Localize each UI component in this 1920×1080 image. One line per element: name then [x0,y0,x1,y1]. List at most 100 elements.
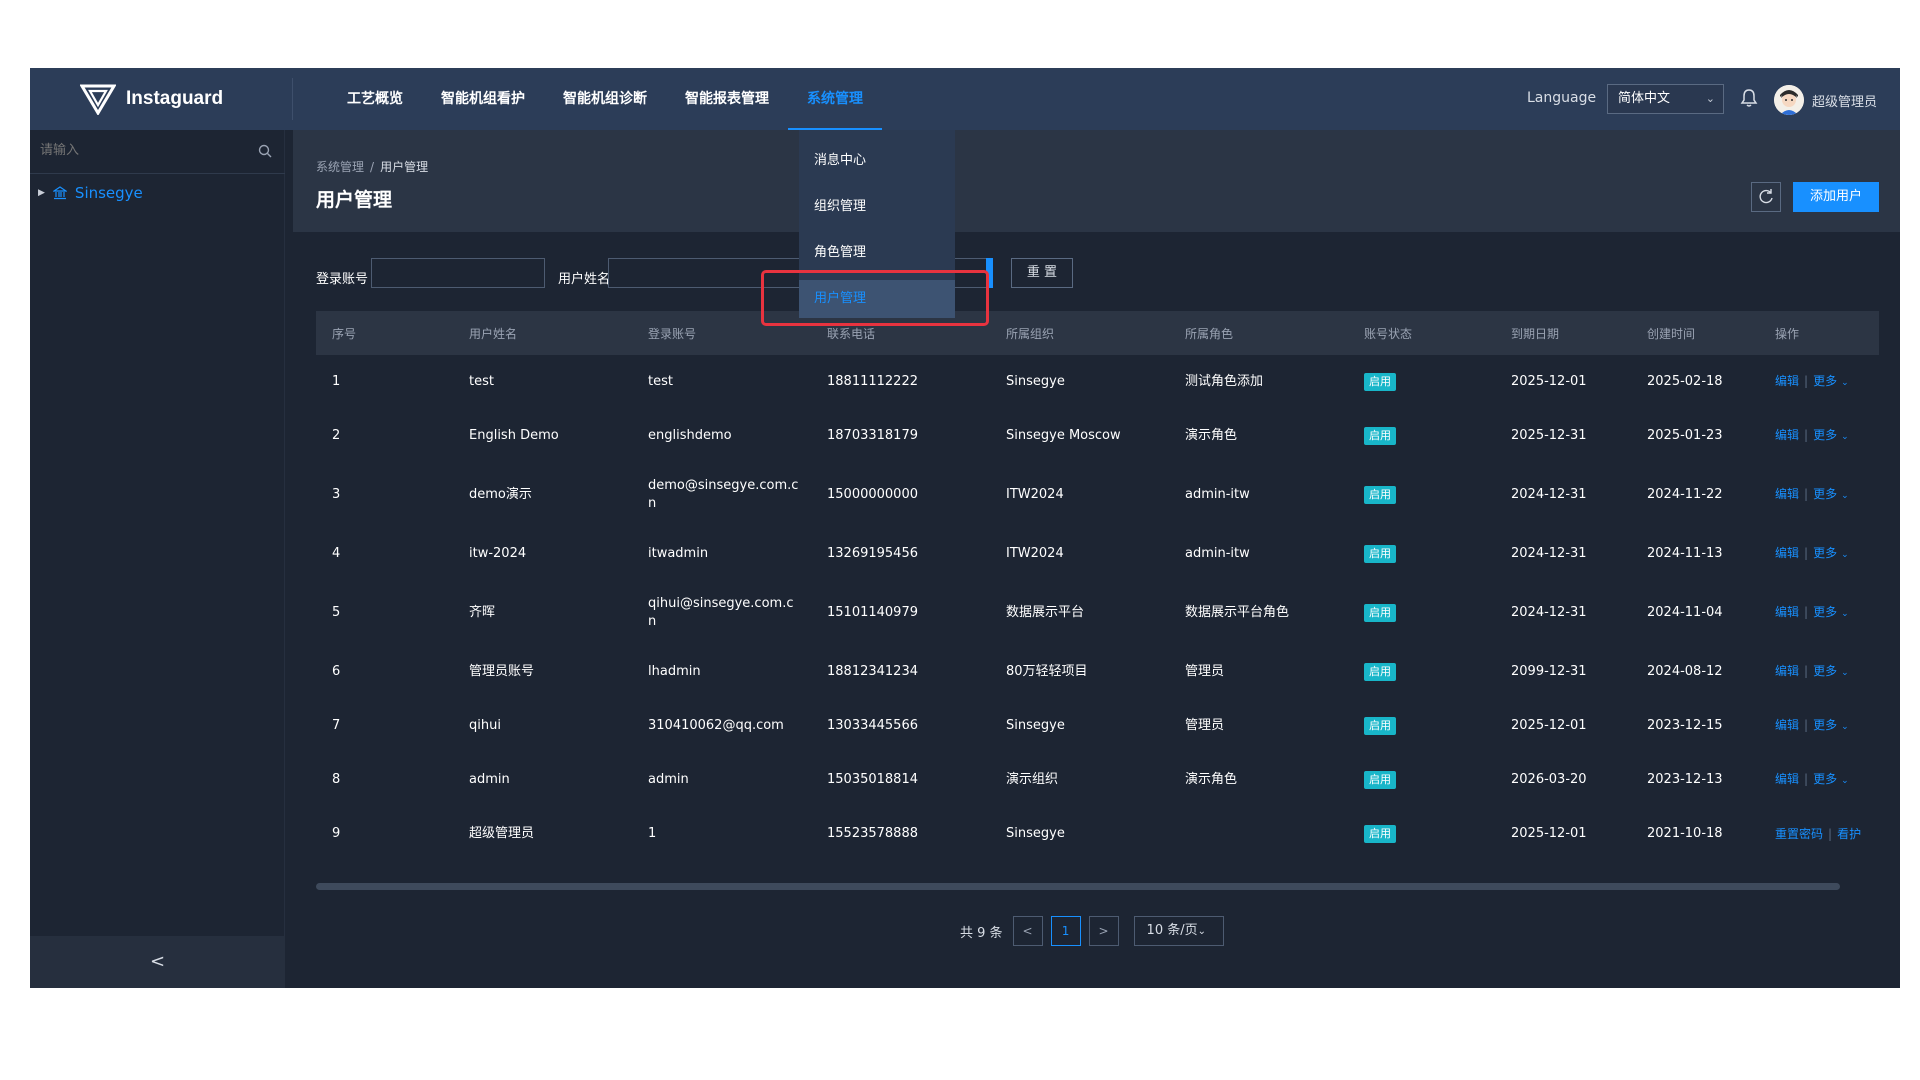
login-account-label: 登录账号 [316,272,369,287]
nav-unit-diagnosis[interactable]: 智能机组诊断 [544,68,666,130]
cell-status: 启用 [1348,355,1495,409]
tree-node-root[interactable]: ▶ Sinsegye [38,184,143,202]
cell-phone: 18703318179 [827,428,918,443]
breadcrumb-item-system[interactable]: 系统管理 [316,160,364,174]
edit-link[interactable]: 编辑 [1775,718,1799,732]
cell-phone: 13033445566 [827,718,918,733]
login-account-input[interactable] [371,258,545,288]
cell-phone: 15101140979 [827,605,918,620]
edit-link[interactable]: 编辑 [1775,374,1799,388]
menu-item-org-management[interactable]: 组织管理 [799,184,955,230]
reset-button[interactable]: 重 置 [1011,258,1073,288]
edit-link[interactable]: 编辑 [1775,664,1799,678]
care-link[interactable]: 看护 [1837,827,1861,841]
cell-account: englishdemo [648,428,732,443]
tree-node-label: Sinsegye [74,184,143,202]
cell-role [1169,807,1348,861]
bell-icon[interactable] [1740,88,1758,108]
prev-page-button[interactable]: < [1012,916,1043,946]
edit-link[interactable]: 编辑 [1775,487,1799,501]
avatar[interactable] [1774,85,1804,115]
cell-org: 数据展示平台 [1006,605,1085,620]
sidebar-search-input[interactable] [40,142,240,157]
next-page-button[interactable]: > [1088,916,1119,946]
chevron-down-icon[interactable]: ⌄ [1841,378,1849,388]
col-header-no: 序号 [316,311,453,355]
cell-created: 2024-11-22 [1647,487,1723,502]
language-value: 简体中文 [1618,91,1671,106]
cell-actions: 重置密码 | 看护 [1759,807,1879,861]
cell-role: admin-itw [1185,546,1250,561]
more-link[interactable]: 更多 [1813,374,1837,388]
sidebar-collapse-button[interactable]: < [30,936,285,988]
search-icon[interactable] [258,144,272,158]
cell-role: 测试角色添加 [1185,374,1264,389]
cell-status: 启用 [1348,527,1495,581]
cell-account: admin [648,772,689,787]
reset-password-link[interactable]: 重置密码 [1775,827,1823,841]
table-row: 9 超级管理员 1 15523578888 Sinsegye 启用 2025-12-01 20… [316,807,1879,861]
cell-phone: 13269195456 [827,546,918,561]
cell-created: 2023-12-15 [1647,718,1723,733]
chevron-down-icon[interactable]: ⌄ [1841,668,1849,678]
cell-no: 9 [332,826,341,841]
edit-link[interactable]: 编辑 [1775,772,1799,786]
horizontal-scrollbar[interactable] [316,883,1840,890]
nav-report-management[interactable]: 智能报表管理 [666,68,788,130]
cell-role: 管理员 [1185,664,1225,679]
app-logo[interactable]: Instaguard [80,82,223,116]
chevron-down-icon[interactable]: ⌄ [1841,491,1849,501]
chevron-down-icon[interactable]: ⌄ [1841,432,1849,442]
cell-account: 310410062@qq.com [648,718,784,733]
cell-created: 2024-08-12 [1647,664,1723,679]
cell-role: 演示角色 [1185,428,1238,443]
col-header-actions: 操作 [1759,311,1879,355]
cell-status: 启用 [1348,753,1495,807]
cell-org: ITW2024 [1006,546,1064,561]
user-name[interactable]: 超级管理员 [1812,91,1877,110]
cell-no: 8 [332,772,341,787]
nav-unit-care[interactable]: 智能机组看护 [422,68,544,130]
breadcrumb-item-current: 用户管理 [380,160,429,174]
more-link[interactable]: 更多 [1813,772,1837,786]
nav-process-overview[interactable]: 工艺概览 [328,68,422,130]
chevron-down-icon[interactable]: ⌄ [1841,609,1849,619]
cell-org: 演示组织 [1006,772,1059,787]
add-user-button[interactable]: 添加用户 [1793,182,1879,212]
table-row: 6 管理员账号 lhadmin 18812341234 80万轻轻项目 管理员 启用 2099… [316,645,1879,699]
cell-no: 5 [332,605,341,620]
edit-link[interactable]: 编辑 [1775,546,1799,560]
more-link[interactable]: 更多 [1813,546,1837,560]
more-link[interactable]: 更多 [1813,664,1837,678]
nav-system-management[interactable]: 系统管理 [788,68,882,130]
edit-link[interactable]: 编辑 [1775,605,1799,619]
col-header-created: 创建时间 [1631,311,1759,355]
more-link[interactable]: 更多 [1813,718,1837,732]
refresh-button[interactable] [1751,182,1781,212]
language-select[interactable]: 简体中文 ⌄ [1607,84,1724,114]
cell-org: 80万轻轻项目 [1006,664,1088,679]
page-size-select[interactable]: 10 条/页⌄ [1133,916,1224,946]
cell-account: qihui@sinsegye.com.cn [648,596,794,629]
cell-role: 管理员 [1185,718,1225,733]
page-number-button[interactable]: 1 [1050,916,1081,946]
table-row: 5 齐晖 qihui@sinsegye.com.cn 15101140979 数据展示平… [316,581,1879,645]
cell-phone: 15523578888 [827,826,918,841]
page-header: 系统管理 / 用户管理 用户管理 添加用户 [293,130,1900,232]
pagination-total: 共 9 条 [960,925,1003,941]
menu-item-message-center[interactable]: 消息中心 [799,138,955,184]
more-link[interactable]: 更多 [1813,487,1837,501]
cell-actions: 编辑 | 更多 ⌄ [1759,581,1879,645]
cell-expire: 2026-03-20 [1511,772,1587,787]
cell-name: demo演示 [469,487,532,502]
status-badge: 启用 [1364,825,1396,843]
edit-link[interactable]: 编辑 [1775,428,1799,442]
chevron-down-icon[interactable]: ⌄ [1841,550,1849,560]
chevron-down-icon[interactable]: ⌄ [1841,776,1849,786]
more-link[interactable]: 更多 [1813,605,1837,619]
cell-created: 2025-02-18 [1647,374,1723,389]
caret-right-icon[interactable]: ▶ [38,188,45,198]
chevron-down-icon[interactable]: ⌄ [1841,722,1849,732]
cell-no: 2 [332,428,341,443]
more-link[interactable]: 更多 [1813,428,1837,442]
